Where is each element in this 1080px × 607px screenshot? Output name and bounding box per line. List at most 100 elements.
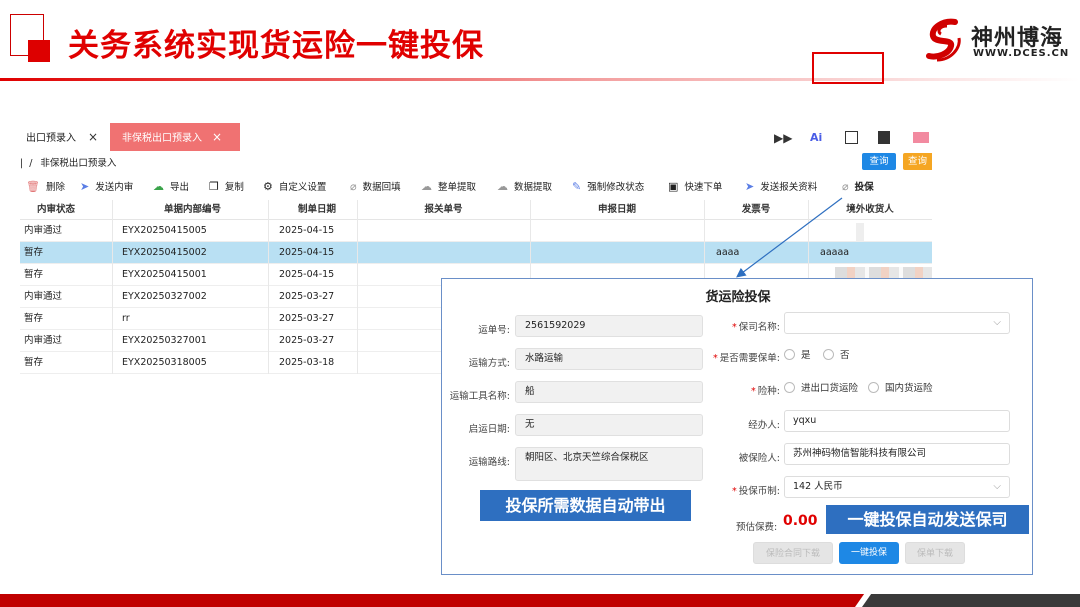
table-cell-id: EYX20250327001 [122, 335, 207, 346]
premium-value: 0.00 [783, 513, 818, 529]
force-status-button[interactable]: ✎ 强制修改状态 [572, 178, 644, 196]
delete-button[interactable]: 🗑 删除 [26, 178, 65, 196]
copy-icon: ❐ [209, 180, 219, 193]
send-customs-docs-button[interactable]: ➤ 发送报关资料 [745, 178, 817, 196]
export-button[interactable]: ☁ 导出 [153, 178, 189, 196]
departure-date-field: 无 [515, 414, 703, 436]
data-extract-label: 数据提取 [514, 182, 553, 193]
premium-label: 预估保费: [736, 522, 778, 533]
chevron-down-icon: ⌵ [993, 317, 1001, 328]
paperclip-icon: ⌀ [842, 180, 849, 193]
column-header[interactable]: 境外收货人 [808, 200, 932, 219]
insure-button[interactable]: ⌀ 投保 [842, 178, 874, 196]
close-icon[interactable]: × [88, 130, 98, 144]
need-policy-yes-radio[interactable]: 是 [784, 349, 811, 363]
document-icon[interactable] [878, 131, 890, 144]
force-status-label: 强制修改状态 [587, 182, 645, 193]
route-field: 朝阳区、北京天竺综合保税区 [515, 447, 703, 481]
column-header[interactable]: 报关单号 [357, 200, 530, 219]
cloud-icon: ☁ [497, 180, 508, 193]
insurer-select[interactable]: ⌵ [784, 312, 1010, 334]
blurred-region [856, 223, 864, 241]
quick-order-button[interactable]: ▣ 快速下单 [668, 178, 722, 196]
table-cell-id: EYX20250415001 [122, 269, 207, 280]
table-cell-decl-date [530, 242, 704, 263]
table-cell-invoice [704, 220, 808, 241]
slide: 关务系统实现货运险一键投保 神州博海 WWW.DCES.CN 出口预录入 × 非保… [0, 0, 1080, 607]
table-cell-id: EYX20250318005 [122, 357, 207, 368]
download-box-icon: ▣ [668, 180, 679, 193]
tab-bar: 出口预录入 × 非保税出口预录入 × ▶▶ Ai [20, 123, 932, 151]
insurer-label: * 保司名称: [732, 322, 780, 333]
handler-label: 经办人: [748, 420, 780, 431]
table-cell-status: 暂存 [24, 357, 44, 368]
send-internal-review-label: 发送内审 [95, 182, 134, 193]
table-cell-status: 内审通过 [24, 225, 63, 236]
column-divider [112, 200, 113, 374]
copy-button[interactable]: ❐ 复制 [209, 178, 244, 196]
logo-text-en: WWW.DCES.CN [973, 48, 1070, 59]
transport-mode-label: 运输方式: [468, 358, 510, 369]
handler-input[interactable]: yqxu [784, 410, 1010, 432]
send-internal-review-button[interactable]: ➤ 发送内审 [80, 178, 133, 196]
contract-download-button[interactable]: 保险合同下载 [753, 542, 833, 564]
ai-icon[interactable]: Ai [810, 131, 822, 147]
tab-nonbonded-export-preentry[interactable]: 非保税出口预录入 × [110, 123, 240, 151]
table-row[interactable]: 内审通过 EYX20250415005 2025-04-15 [20, 220, 932, 242]
close-icon[interactable]: × [212, 130, 222, 144]
column-header[interactable]: 单据内部编号 [120, 200, 265, 219]
custom-settings-button[interactable]: ⚙ 自定义设置 [263, 178, 326, 196]
table-cell-customs-no [357, 242, 530, 263]
export-label: 导出 [170, 182, 190, 193]
whole-order-extract-label: 整单提取 [438, 182, 477, 193]
cloud-download-icon: ☁ [153, 180, 164, 193]
column-header[interactable]: 制单日期 [277, 200, 357, 219]
header-divider [0, 78, 1080, 81]
toolbar: 🗑 删除 ➤ 发送内审 ☁ 导出 ❐ 复制 ⚙ 自定义设置 ⌀ 数据回填 ☁ 整单提取 ☁ 数据… [20, 178, 932, 196]
query-button[interactable]: 查询 [862, 153, 896, 170]
breadcrumb-current[interactable]: 非保税出口预录入 [40, 158, 116, 169]
vehicle-name-field: 船 [515, 381, 703, 403]
need-policy-no-radio[interactable]: 否 [823, 349, 850, 363]
table-cell-decl-date [530, 220, 704, 241]
table-cell-status: 暂存 [24, 313, 44, 324]
fast-forward-icon[interactable]: ▶▶ [774, 131, 792, 147]
trash-icon: 🗑 [26, 180, 40, 193]
data-extract-button[interactable]: ☁ 数据提取 [497, 178, 552, 196]
table-cell-status: 内审通过 [24, 335, 63, 346]
insurance-type-import-export-radio[interactable]: 进出口货运险 [784, 382, 858, 396]
column-header[interactable]: 发票号 [704, 200, 808, 219]
company-logo: 神州博海 WWW.DCES.CN [925, 18, 1068, 66]
footer-bar-dark [862, 594, 1080, 607]
table-cell-date: 2025-03-27 [279, 313, 335, 324]
chevron-down-icon: ⌵ [993, 481, 1001, 492]
table-cell-date: 2025-04-15 [279, 247, 335, 258]
currency-select[interactable]: 142 人民币 ⌵ [784, 476, 1010, 498]
table-cell-status: 内审通过 [24, 291, 63, 302]
mail-icon[interactable] [913, 132, 929, 143]
logo-mark-icon [926, 18, 961, 62]
policy-download-button[interactable]: 保单下载 [905, 542, 965, 564]
table-row[interactable]: 暂存 EYX20250415002 2025-04-15 aaaa aaaaa [20, 242, 932, 264]
insurance-type-domestic-radio[interactable]: 国内货运险 [868, 382, 933, 396]
data-backfill-button[interactable]: ⌀ 数据回填 [350, 178, 401, 196]
tab-export-preentry[interactable]: 出口预录入 × [20, 123, 104, 151]
table-cell-consignee: aaaaa [820, 247, 850, 258]
send-icon: ➤ [745, 180, 755, 193]
insured-input[interactable]: 苏州神码物信智能科技有限公司 [784, 443, 1010, 465]
query-button-secondary[interactable]: 查询 [903, 153, 932, 170]
table-cell-id: rr [122, 313, 130, 324]
scan-icon[interactable] [845, 131, 858, 144]
waybill-field: 2561592029 [515, 315, 703, 337]
tab-label: 非保税出口预录入 [122, 133, 202, 144]
whole-order-extract-button[interactable]: ☁ 整单提取 [421, 178, 476, 196]
column-divider [268, 200, 269, 374]
waybill-label: 运单号: [478, 325, 510, 336]
table-cell-date: 2025-04-15 [279, 269, 335, 280]
column-header[interactable]: 申报日期 [530, 200, 704, 219]
one-click-insure-button[interactable]: 一键投保 [839, 542, 899, 564]
departure-date-label: 启运日期: [468, 424, 510, 435]
table-cell-date: 2025-04-15 [279, 225, 335, 236]
delete-label: 删除 [45, 182, 65, 193]
insure-label: 投保 [854, 182, 874, 193]
